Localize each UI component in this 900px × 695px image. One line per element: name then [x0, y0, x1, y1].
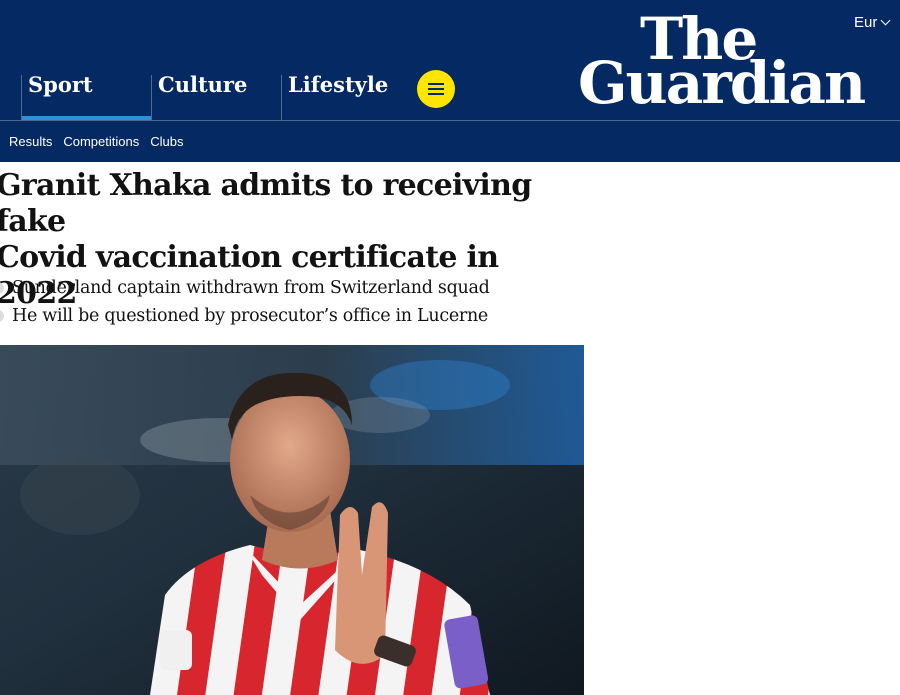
pillar-sport[interactable]: Sport: [21, 72, 151, 120]
pillar-nav: Sport Culture Lifestyle: [21, 72, 411, 120]
article-main-photo: [0, 345, 584, 695]
menu-icon-bar: [428, 93, 444, 95]
bullet-icon: [0, 310, 4, 322]
pillar-lifestyle-label: Lifestyle: [288, 72, 389, 97]
edition-picker[interactable]: Eur: [854, 14, 891, 31]
standfirst-text: Sunderland captain withdrawn from Switze…: [12, 278, 490, 298]
pillar-lifestyle[interactable]: Lifestyle: [281, 72, 411, 120]
menu-icon-bar: [428, 83, 444, 85]
menu-icon-bar: [428, 88, 444, 90]
subnav-item-clubs[interactable]: Clubs: [150, 134, 183, 149]
standfirst-item: Sunderland captain withdrawn from Switze…: [0, 274, 572, 302]
standfirst-item: He will be questioned by prosecutor’s of…: [0, 302, 572, 330]
pillar-sport-label: Sport: [28, 72, 93, 97]
logo-line-2: Guardian: [578, 49, 866, 117]
article-standfirst: Sunderland captain withdrawn from Switze…: [0, 274, 572, 330]
headline-line-1: Granit Xhaka admits to receiving fake: [0, 168, 532, 239]
menu-button[interactable]: [417, 70, 455, 108]
pillar-culture[interactable]: Culture: [151, 72, 281, 120]
edition-label: Eur: [854, 14, 878, 31]
standfirst-text: He will be questioned by prosecutor’s of…: [12, 306, 488, 326]
pillar-culture-label: Culture: [158, 72, 248, 97]
player-photo-illustration: [0, 345, 584, 695]
subnav-item-competitions[interactable]: Competitions: [63, 134, 139, 149]
bullet-icon: [0, 282, 4, 294]
chevron-down-icon: [880, 15, 891, 26]
sport-subnav: Results Competitions Clubs: [0, 120, 900, 162]
masthead: Eur The Guardian Sport Culture Lifestyle: [0, 0, 900, 120]
subnav-item-results[interactable]: Results: [9, 134, 52, 149]
